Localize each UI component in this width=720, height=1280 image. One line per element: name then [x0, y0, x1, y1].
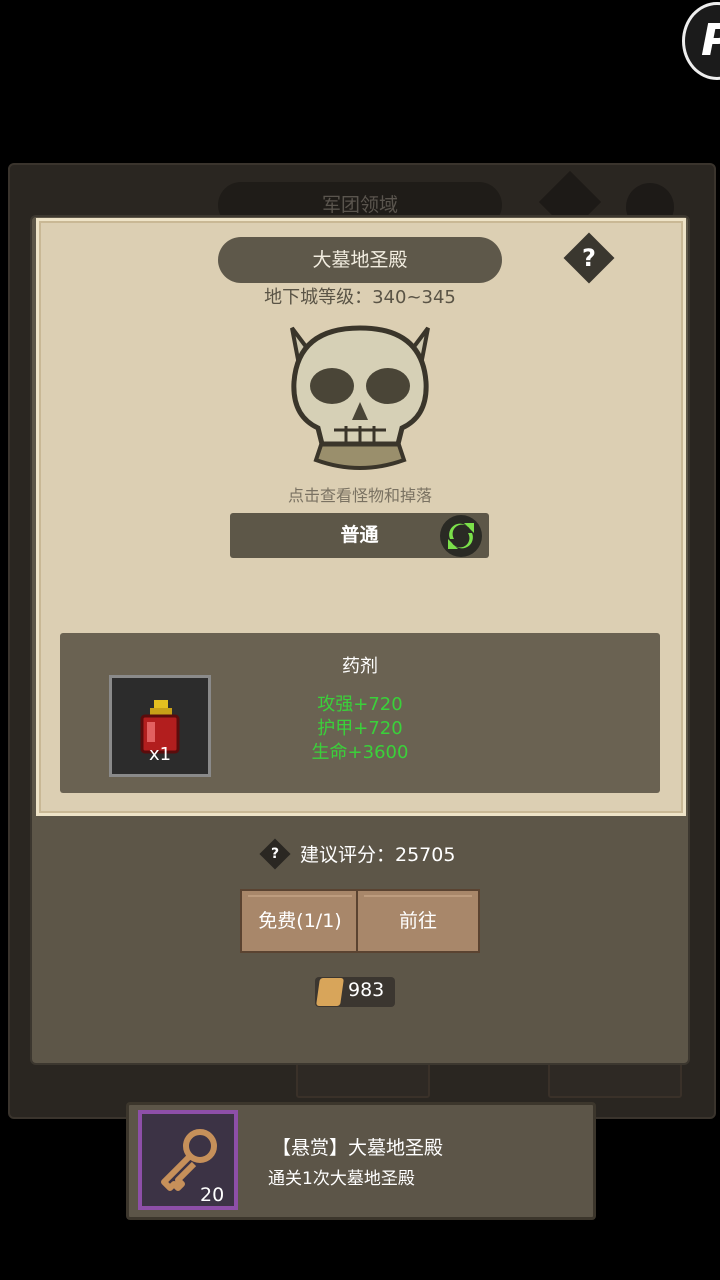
stat-armor: 护甲+720	[317, 718, 403, 739]
stat-health: 生命+3600	[311, 742, 409, 763]
switch-difficulty-button[interactable]	[440, 515, 482, 557]
dungeon-title: 大墓地圣殿	[218, 237, 502, 283]
boss-skull-icon[interactable]	[286, 320, 434, 480]
view-monsters-hint[interactable]: 点击查看怪物和掉落	[0, 482, 720, 506]
key-count: 20	[200, 1184, 225, 1206]
app-logo: P	[682, 2, 720, 80]
go-button[interactable]: 前往	[356, 889, 480, 953]
recommended-score: 建议评分：25705	[300, 844, 456, 866]
bounty-description: 通关1次大墓地圣殿	[268, 1169, 415, 1189]
free-entry-button[interactable]: 免费(1/1)	[240, 889, 360, 953]
bounty-title: 【悬赏】大墓地圣殿	[272, 1137, 444, 1159]
score-help-glyph[interactable]: ?	[264, 843, 286, 865]
currency-value: 983	[348, 979, 385, 1001]
help-icon-glyph[interactable]: ?	[571, 240, 607, 276]
stat-attack: 攻强+720	[317, 694, 403, 715]
scroll-icon	[316, 978, 344, 1006]
dungeon-level: 地下城等级：340~345	[264, 287, 456, 308]
refresh-icon	[448, 523, 474, 549]
